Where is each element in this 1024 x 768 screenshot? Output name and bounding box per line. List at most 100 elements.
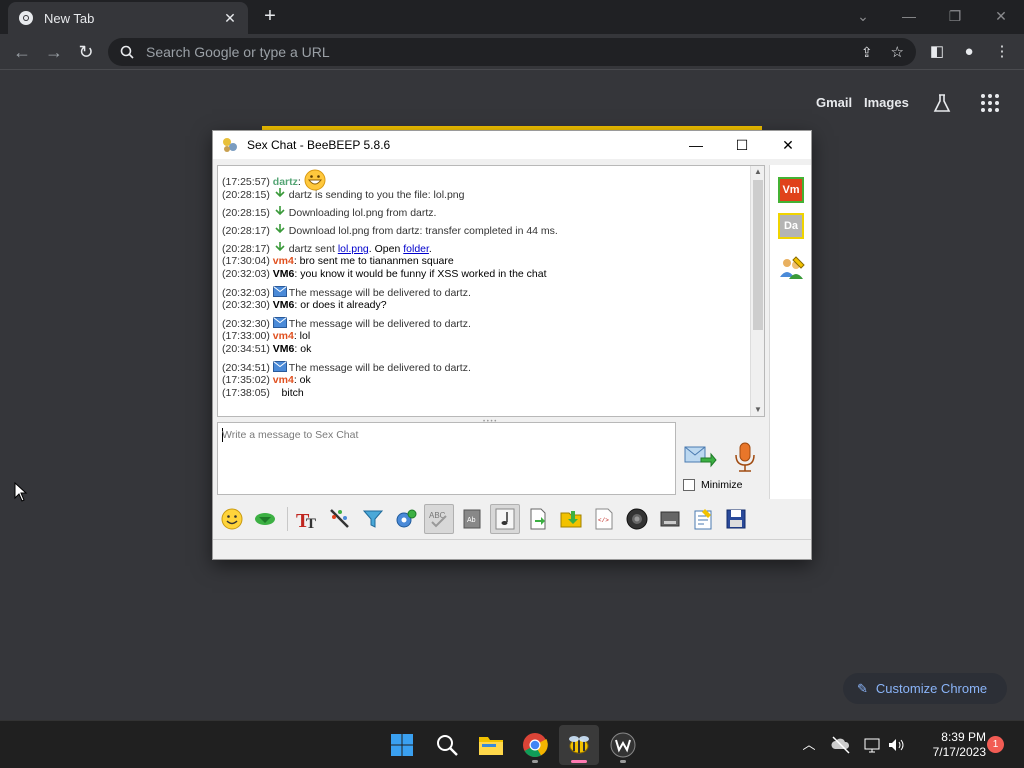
notes-icon <box>694 509 712 530</box>
font-button[interactable]: TT <box>292 504 322 534</box>
chat-message: (17:30:04) vm4: bro sent me to tiananmen… <box>222 255 454 267</box>
restore-window-button[interactable]: ❐ <box>935 4 975 28</box>
chat-message: (20:32:30) VM6: or does it already? <box>222 299 387 311</box>
checkbox-box[interactable] <box>683 479 695 491</box>
menu-icon[interactable]: ⋮ <box>990 40 1014 64</box>
chat-log[interactable]: (17:25:57) dartz: (20:28:15) dartz is se… <box>217 165 765 417</box>
settings-button[interactable] <box>391 504 421 534</box>
font-icon: TT <box>296 510 316 531</box>
start-button[interactable] <box>382 725 422 765</box>
font-color-button[interactable] <box>325 504 355 534</box>
save-button[interactable] <box>721 504 751 534</box>
file-transfer-icon <box>275 206 285 216</box>
beebeep-chat-window: Sex Chat - BeeBEEP 5.8.6 — ☐ ✕ (17:25:57… <box>212 130 812 560</box>
omnibox[interactable]: Search Google or type a URL ⇪ ☆ <box>108 38 916 66</box>
system-clock[interactable]: 8:39 PM 7/17/2023 <box>916 730 986 760</box>
app-w-taskbar-button[interactable] <box>603 725 643 765</box>
user-avatar-vm[interactable]: Vm <box>778 177 804 203</box>
edit-group-icon[interactable] <box>778 255 806 281</box>
folder-link[interactable]: folder <box>403 243 429 255</box>
username-vm4: vm4 <box>272 255 294 267</box>
minimize-window-button[interactable]: — <box>889 4 929 28</box>
images-link[interactable]: Images <box>864 95 909 110</box>
notes-button[interactable] <box>688 504 718 534</box>
send-message-icon[interactable] <box>683 441 717 471</box>
collapse-button[interactable] <box>250 504 280 534</box>
status-bar <box>213 539 811 559</box>
beebeep-maximize-button[interactable]: ☐ <box>719 131 765 159</box>
reload-button[interactable]: ↻ <box>74 40 98 64</box>
network-icon[interactable] <box>863 735 883 755</box>
beebeep-app-icon <box>223 138 237 152</box>
scroll-down-icon[interactable]: ▼ <box>751 404 764 416</box>
chat-message: (17:38:05) bitch <box>222 387 304 399</box>
gmail-link[interactable]: Gmail <box>816 95 852 110</box>
green-down-arrow-icon <box>255 513 275 525</box>
minimize-label: Minimize <box>701 479 743 491</box>
tab-search-icon[interactable]: ⌄ <box>843 4 883 28</box>
chat-message: (17:33:00) vm4: lol <box>222 330 311 342</box>
new-tab-button[interactable]: + <box>258 5 282 29</box>
side-panel-icon[interactable]: ◧ <box>925 40 949 64</box>
chrome-icon <box>19 11 33 25</box>
send-file-icon <box>530 508 546 530</box>
active-indicator <box>571 760 587 763</box>
beebeep-titlebar[interactable]: Sex Chat - BeeBEEP 5.8.6 — ☐ ✕ <box>213 131 811 159</box>
send-file-button[interactable] <box>523 504 553 534</box>
tab-close-icon[interactable]: ✕ <box>222 10 238 27</box>
windows-taskbar: ︿ 8:39 PM 7/17/2023 1 <box>0 720 1024 768</box>
music-note-icon <box>495 508 515 530</box>
users-sidebar: Vm Da <box>769 165 811 499</box>
file-link[interactable]: lol.png <box>338 243 369 255</box>
spellcheck-button[interactable]: ABC <box>424 504 454 534</box>
message-input[interactable]: Write a message to Sex Chat <box>217 422 676 495</box>
scroll-up-icon[interactable]: ▲ <box>751 166 764 178</box>
html-button[interactable]: </> <box>589 504 619 534</box>
send-folder-button[interactable] <box>556 504 586 534</box>
beebeep-taskbar-button[interactable] <box>559 725 599 765</box>
chevron-up-icon[interactable]: ︿ <box>799 735 819 755</box>
back-button[interactable]: ← <box>10 40 34 64</box>
sound-button[interactable] <box>490 504 520 534</box>
onedrive-offline-icon[interactable] <box>831 735 851 755</box>
screenshot-button[interactable] <box>622 504 652 534</box>
filter-funnel-icon <box>362 510 384 528</box>
close-window-button[interactable]: ✕ <box>981 4 1021 28</box>
file-explorer-button[interactable] <box>471 725 511 765</box>
notification-badge[interactable]: 1 <box>987 736 1004 753</box>
search-button[interactable] <box>427 725 467 765</box>
tab-new-tab[interactable]: New Tab ✕ <box>8 2 248 34</box>
folder-icon <box>479 737 503 755</box>
envelope-icon <box>272 286 287 297</box>
scroll-thumb[interactable] <box>753 180 763 330</box>
file-transfer-icon <box>275 188 285 198</box>
save-chat-button[interactable] <box>655 504 685 534</box>
filter-button[interactable] <box>358 504 388 534</box>
chrome-taskbar-button[interactable] <box>515 725 555 765</box>
user-avatar-da[interactable]: Da <box>778 213 804 239</box>
minimize-checkbox[interactable]: Minimize <box>683 479 742 491</box>
customize-chrome-button[interactable]: ✎ Customize Chrome <box>843 673 1007 704</box>
chat-message: (20:32:30) The message will be delivered… <box>222 317 471 330</box>
chat-message: (20:32:03) The message will be delivered… <box>222 286 471 299</box>
volume-icon[interactable] <box>886 735 906 755</box>
microphone-icon[interactable] <box>733 441 757 473</box>
emoji-button[interactable] <box>217 504 247 534</box>
username-dartz: dartz <box>272 176 298 188</box>
message-input-placeholder: Write a message to Sex Chat <box>222 429 359 441</box>
code-document-icon: </> <box>595 508 613 530</box>
share-icon[interactable]: ⇪ <box>861 44 873 61</box>
forward-button[interactable]: → <box>42 40 66 64</box>
omnibox-placeholder: Search Google or type a URL <box>146 44 330 60</box>
chat-scrollbar[interactable]: ▲ ▼ <box>750 166 764 416</box>
labs-flask-icon[interactable] <box>931 92 953 114</box>
clock-date: 7/17/2023 <box>932 745 986 759</box>
customize-chrome-label: Customize Chrome <box>875 681 988 696</box>
dictionary-button[interactable]: Ab <box>457 504 487 534</box>
beebeep-close-button[interactable]: ✕ <box>765 131 811 159</box>
beebeep-minimize-button[interactable]: — <box>673 131 719 159</box>
bookmark-star-icon[interactable]: ☆ <box>891 43 904 61</box>
profile-icon[interactable]: ● <box>957 40 981 64</box>
chat-message: (20:32:03) VM6: you know it would be fun… <box>222 268 547 280</box>
apps-grid-icon[interactable] <box>979 92 1001 114</box>
